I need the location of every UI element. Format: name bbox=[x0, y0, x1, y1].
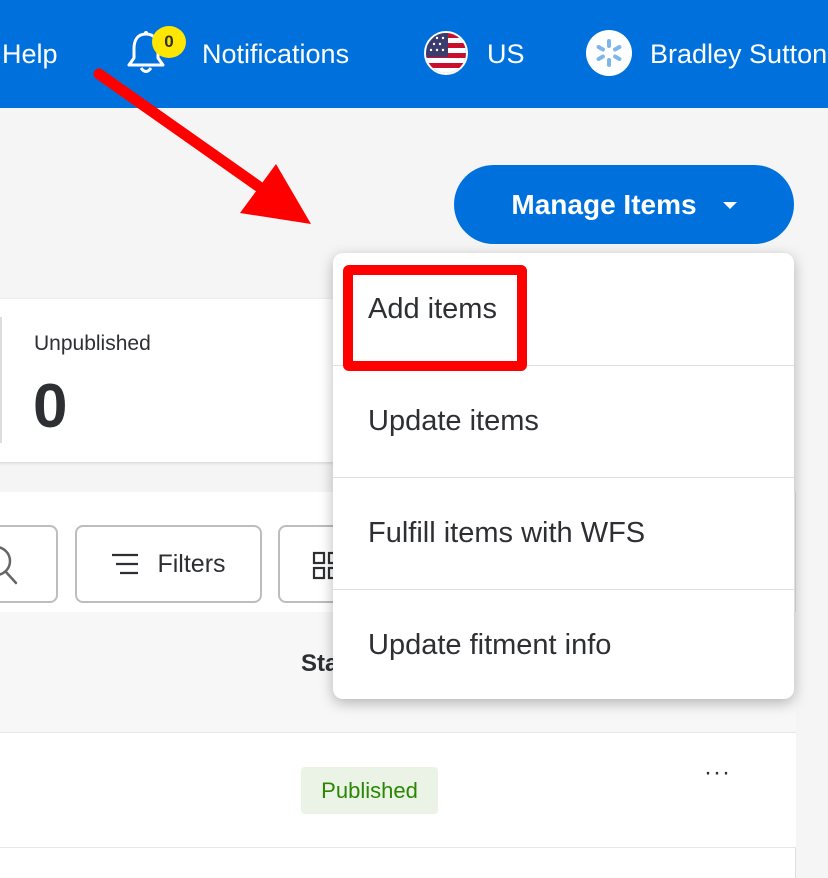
notifications-link[interactable]: Notifications bbox=[202, 0, 349, 108]
notification-count-badge: 0 bbox=[152, 26, 186, 58]
menu-item-label: Update fitment info bbox=[368, 629, 612, 661]
us-flag-icon[interactable] bbox=[424, 31, 468, 75]
menu-item-label: Update items bbox=[368, 405, 539, 437]
caret-down-icon bbox=[722, 202, 737, 209]
menu-item-label: Fulfill items with WFS bbox=[368, 517, 646, 549]
menu-item-update-items[interactable]: Update items bbox=[333, 365, 794, 477]
search-input[interactable] bbox=[0, 525, 58, 603]
table-row[interactable]: Published ··· bbox=[0, 733, 796, 848]
help-link[interactable]: Help bbox=[2, 0, 58, 108]
filter-lines-icon bbox=[112, 553, 139, 575]
top-navigation-bar: Help 0 Notifications US Bradley Sutton bbox=[0, 0, 828, 108]
search-icon bbox=[0, 546, 18, 585]
more-actions-icon[interactable]: ··· bbox=[704, 759, 731, 787]
country-selector[interactable]: US bbox=[487, 0, 525, 108]
filters-button[interactable]: Filters bbox=[75, 525, 262, 603]
filters-label: Filters bbox=[157, 549, 226, 578]
manage-items-label: Manage Items bbox=[511, 188, 697, 220]
highlight-box bbox=[343, 265, 527, 371]
stat-divider bbox=[0, 317, 2, 443]
status-badge: Published bbox=[301, 767, 438, 814]
stat-label: Unpublished bbox=[34, 332, 151, 355]
menu-item-update-fitment[interactable]: Update fitment info bbox=[333, 589, 794, 701]
manage-items-button[interactable]: Manage Items bbox=[454, 165, 794, 244]
user-menu[interactable]: Bradley Sutton bbox=[650, 0, 827, 108]
unpublished-stat-card[interactable]: Unpublished 0 bbox=[0, 299, 390, 462]
menu-item-fulfill-wfs[interactable]: Fulfill items with WFS bbox=[333, 477, 794, 589]
spark-avatar-icon[interactable] bbox=[586, 30, 632, 76]
stat-value: 0 bbox=[33, 372, 68, 441]
